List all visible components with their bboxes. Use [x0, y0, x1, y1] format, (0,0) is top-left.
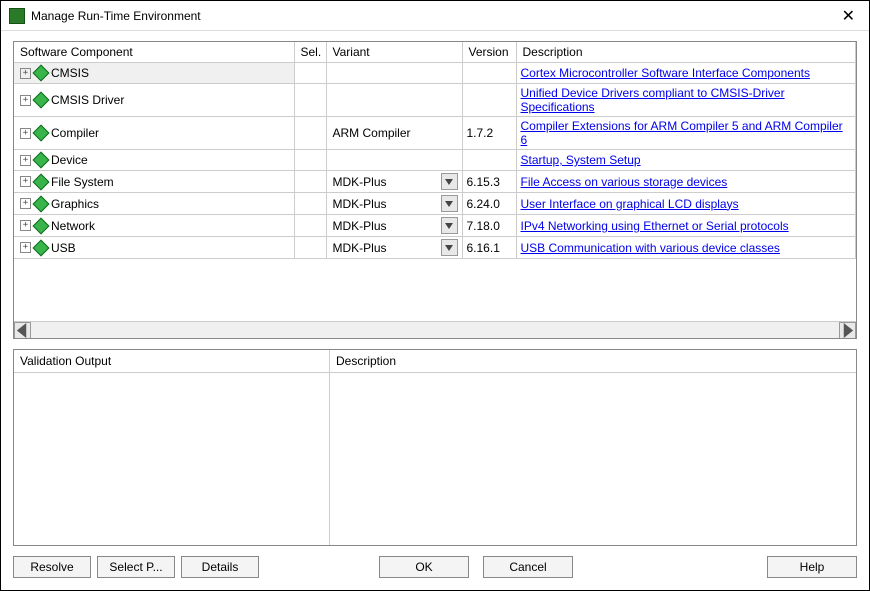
chevron-down-icon[interactable] — [441, 195, 458, 212]
horizontal-scrollbar[interactable] — [14, 321, 856, 338]
version-value: 7.18.0 — [462, 215, 516, 237]
component-name: Network — [51, 219, 95, 233]
validation-body[interactable] — [14, 373, 329, 545]
table-row[interactable]: + Network MDK-Plus 7.18.0 IPv4 Networking … — [14, 215, 856, 237]
scroll-left-icon[interactable] — [14, 322, 31, 339]
cancel-button[interactable]: Cancel — [483, 556, 573, 578]
button-row: Resolve Select P... Details OK Cancel He… — [1, 546, 869, 590]
sel-cell[interactable] — [294, 150, 326, 171]
chevron-down-icon[interactable] — [441, 217, 458, 234]
col-header-sel[interactable]: Sel. — [294, 42, 326, 63]
pack-icon — [33, 125, 50, 142]
version-value — [462, 150, 516, 171]
description-link[interactable]: IPv4 Networking using Ethernet or Serial… — [521, 219, 789, 233]
pack-icon — [33, 195, 50, 212]
window-title: Manage Run-Time Environment — [31, 9, 836, 23]
expand-icon[interactable]: + — [20, 198, 31, 209]
component-name: File System — [51, 175, 114, 189]
description-link[interactable]: Cortex Microcontroller Software Interfac… — [521, 66, 810, 80]
col-header-description[interactable]: Description — [516, 42, 856, 63]
sel-cell[interactable] — [294, 237, 326, 259]
description-link[interactable]: User Interface on graphical LCD displays — [521, 197, 739, 211]
ok-button[interactable]: OK — [379, 556, 469, 578]
version-value: 6.16.1 — [462, 237, 516, 259]
col-header-version[interactable]: Version — [462, 42, 516, 63]
validation-header: Validation Output — [14, 350, 329, 373]
variant-value: MDK-Plus — [331, 241, 441, 255]
table-row[interactable]: + Graphics MDK-Plus 6.24.0 User Interface … — [14, 193, 856, 215]
expand-icon[interactable]: + — [20, 220, 31, 231]
table-row[interactable]: + CMSIS Cortex Microcontroller Software … — [14, 63, 856, 84]
description-link[interactable]: Compiler Extensions for ARM Compiler 5 a… — [521, 119, 843, 147]
pack-icon — [33, 152, 50, 169]
pack-icon — [33, 173, 50, 190]
version-value — [462, 63, 516, 84]
scroll-right-icon[interactable] — [839, 322, 856, 339]
table-row[interactable]: + File System MDK-Plus 6.15.3 File Access … — [14, 171, 856, 193]
expand-icon[interactable]: + — [20, 95, 31, 106]
version-value — [462, 84, 516, 117]
version-value: 6.24.0 — [462, 193, 516, 215]
description-pane: Description — [330, 350, 856, 545]
description-body[interactable] — [330, 373, 856, 545]
description-link[interactable]: Unified Device Drivers compliant to CMSI… — [521, 86, 785, 114]
chevron-down-icon[interactable] — [441, 239, 458, 256]
help-button[interactable]: Help — [767, 556, 857, 578]
expand-icon[interactable]: + — [20, 68, 31, 79]
component-table-scroll[interactable]: Software Component Sel. Variant Version … — [14, 42, 856, 321]
output-panel: Validation Output Description — [13, 349, 857, 546]
window-frame: Manage Run-Time Environment ✕ Software C… — [0, 0, 870, 591]
expand-icon[interactable]: + — [20, 155, 31, 166]
chevron-down-icon[interactable] — [441, 173, 458, 190]
app-icon — [9, 8, 25, 24]
component-name: Compiler — [51, 126, 99, 140]
expand-icon[interactable]: + — [20, 176, 31, 187]
sel-cell[interactable] — [294, 84, 326, 117]
variant-value: MDK-Plus — [331, 219, 441, 233]
sel-cell[interactable] — [294, 215, 326, 237]
pack-icon — [33, 65, 50, 82]
variant-value: MDK-Plus — [331, 197, 441, 211]
description-link[interactable]: File Access on various storage devices — [521, 175, 728, 189]
expand-icon[interactable]: + — [20, 128, 31, 139]
title-bar: Manage Run-Time Environment ✕ — [1, 1, 869, 31]
component-name: CMSIS — [51, 66, 89, 80]
validation-pane: Validation Output — [14, 350, 330, 545]
select-packs-button[interactable]: Select P... — [97, 556, 175, 578]
version-value: 1.7.2 — [462, 117, 516, 150]
col-header-component[interactable]: Software Component — [14, 42, 294, 63]
version-value: 6.15.3 — [462, 171, 516, 193]
component-name: Graphics — [51, 197, 99, 211]
sel-cell[interactable] — [294, 117, 326, 150]
description-link[interactable]: Startup, System Setup — [521, 153, 641, 167]
component-table: Software Component Sel. Variant Version … — [14, 42, 856, 259]
scroll-track[interactable] — [31, 322, 839, 338]
component-name: Device — [51, 153, 88, 167]
component-name: USB — [51, 241, 76, 255]
variant-value: ARM Compiler — [331, 126, 458, 140]
col-header-variant[interactable]: Variant — [326, 42, 462, 63]
variant-value: MDK-Plus — [331, 175, 441, 189]
table-row[interactable]: + Compiler ARM Compiler 1.7.2Compiler Ext… — [14, 117, 856, 150]
description-link[interactable]: USB Communication with various device cl… — [521, 241, 780, 255]
component-name: CMSIS Driver — [51, 93, 124, 107]
table-row[interactable]: + CMSIS Driver Unified Device Drivers co… — [14, 84, 856, 117]
sel-cell[interactable] — [294, 193, 326, 215]
table-row[interactable]: + Device Startup, System Setup — [14, 150, 856, 171]
pack-icon — [33, 92, 50, 109]
resolve-button[interactable]: Resolve — [13, 556, 91, 578]
close-icon[interactable]: ✕ — [836, 6, 861, 26]
component-panel: Software Component Sel. Variant Version … — [13, 41, 857, 339]
sel-cell[interactable] — [294, 171, 326, 193]
content: Software Component Sel. Variant Version … — [1, 31, 869, 546]
description-header: Description — [330, 350, 856, 373]
details-button[interactable]: Details — [181, 556, 259, 578]
left-buttons: Resolve Select P... Details — [13, 556, 259, 578]
table-row[interactable]: + USB MDK-Plus 6.16.1 USB Communication wi… — [14, 237, 856, 259]
pack-icon — [33, 239, 50, 256]
expand-icon[interactable]: + — [20, 242, 31, 253]
pack-icon — [33, 217, 50, 234]
sel-cell[interactable] — [294, 63, 326, 84]
